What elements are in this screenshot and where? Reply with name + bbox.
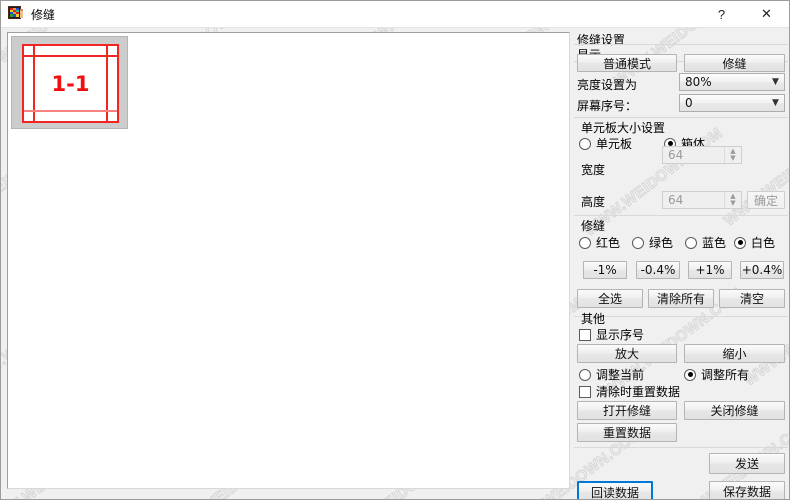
width-stepper[interactable]: 64 ▲ ▼ [662,146,742,164]
title-bar: 修缝 ? ✕ [1,1,789,28]
reset-data-button[interactable]: 重置数据 [577,423,677,442]
radio-color-red[interactable]: 红色 [579,234,620,251]
step-plus-04-button[interactable]: +0.4% [740,261,784,279]
show-index-checkbox[interactable]: 显示序号 [579,326,644,343]
close-icon[interactable]: ✕ [744,1,789,27]
radio-color-red-label: 红色 [596,236,621,250]
canvas-area[interactable]: 1-1 [7,32,570,489]
brightness-value: 80% [685,75,712,89]
radio-indicator [632,236,644,249]
width-label: 宽度 [581,163,606,177]
clear-all-button[interactable]: 清除所有 [648,289,714,308]
zoom-out-button[interactable]: 缩小 [684,344,785,363]
reset-on-clear-label: 清除时重置数据 [596,385,681,399]
radio-indicator [734,236,746,249]
panel-separator [574,44,788,45]
radio-adjust-current-label: 调整当前 [596,368,645,382]
open-seam-button[interactable]: 打开修缝 [577,401,677,420]
empty-button[interactable]: 清空 [719,289,785,308]
radio-indicator [685,236,697,249]
radio-adjust-current[interactable]: 调整当前 [579,366,644,383]
radio-color-green[interactable]: 绿色 [632,234,673,251]
help-button[interactable]: ? [699,1,744,27]
step-minus-04-button[interactable]: -0.4% [636,261,680,279]
cell-size-group-label: 单元板大小设置 [581,121,666,135]
screen-index-label: 屏幕序号： [577,99,638,113]
seam-mode-button[interactable]: 修缝 [684,54,785,72]
panel-thumbnail[interactable]: 1-1 [11,36,128,129]
radio-indicator [579,137,591,150]
radio-indicator [684,368,696,381]
radio-color-green-label: 绿色 [649,236,674,250]
app-icon [8,6,24,22]
zoom-in-button[interactable]: 放大 [577,344,677,363]
settings-panel: 修缝设置 显示 普通模式 修缝 亮度设置为 80% ▼ 屏幕序号： 0 ▼ 单元… [574,29,788,499]
radio-color-blue-label: 蓝色 [702,236,727,250]
confirm-size-button[interactable]: 确定 [747,191,785,209]
height-label: 高度 [581,195,606,209]
panel-thumbnail-box[interactable]: 1-1 [22,44,119,123]
step-plus-1-button[interactable]: +1% [688,261,732,279]
show-index-label: 显示序号 [596,328,645,342]
radio-color-blue[interactable]: 蓝色 [685,234,726,251]
radio-indicator [579,368,591,381]
cell-size-separator-top [574,117,788,118]
width-value: 64 [668,148,684,162]
normal-mode-button[interactable]: 普通模式 [577,54,677,72]
panel-thumbnail-label: 1-1 [51,71,90,96]
radio-cell-panel[interactable]: 单元板 [579,135,632,152]
screen-index-value: 0 [685,96,693,110]
chevron-down-icon: ▼ [772,98,779,108]
footer-separator [574,447,788,448]
save-data-button[interactable]: 保存数据 [709,481,785,499]
checkbox-indicator [579,328,591,341]
radio-adjust-all[interactable]: 调整所有 [684,366,749,383]
stepper-arrows-icon[interactable]: ▲ ▼ [724,192,741,208]
readback-data-button[interactable]: 回读数据 [577,481,653,499]
close-seam-button[interactable]: 关闭修缝 [684,401,785,420]
chevron-down-icon: ▼ [772,77,779,87]
screen-index-select[interactable]: 0 ▼ [679,94,785,112]
stepper-arrows-icon[interactable]: ▲ ▼ [724,147,741,163]
application-window: WWW.WEIDOWN.COM WWW.WEIDOWN.COM WWW.WEID… [0,0,790,500]
seam-group-label: 修缝 [581,219,606,233]
radio-color-white[interactable]: 白色 [734,234,775,251]
radio-color-white-label: 白色 [751,236,776,250]
window-title: 修缝 [31,7,56,22]
checkbox-indicator [579,385,591,398]
radio-indicator [579,236,591,249]
seam-separator-top [574,215,788,216]
radio-adjust-all-label: 调整所有 [701,368,750,382]
radio-cell-panel-label: 单元板 [596,137,633,151]
select-all-button[interactable]: 全选 [577,289,643,308]
other-separator-top [574,316,788,317]
height-stepper[interactable]: 64 ▲ ▼ [662,191,742,209]
send-button[interactable]: 发送 [709,453,785,474]
brightness-label: 亮度设置为 [577,78,638,92]
brightness-select[interactable]: 80% ▼ [679,73,785,91]
height-value: 64 [668,193,684,207]
other-group-label: 其他 [581,312,606,326]
step-minus-1-button[interactable]: -1% [583,261,627,279]
reset-on-clear-checkbox[interactable]: 清除时重置数据 [579,383,680,400]
